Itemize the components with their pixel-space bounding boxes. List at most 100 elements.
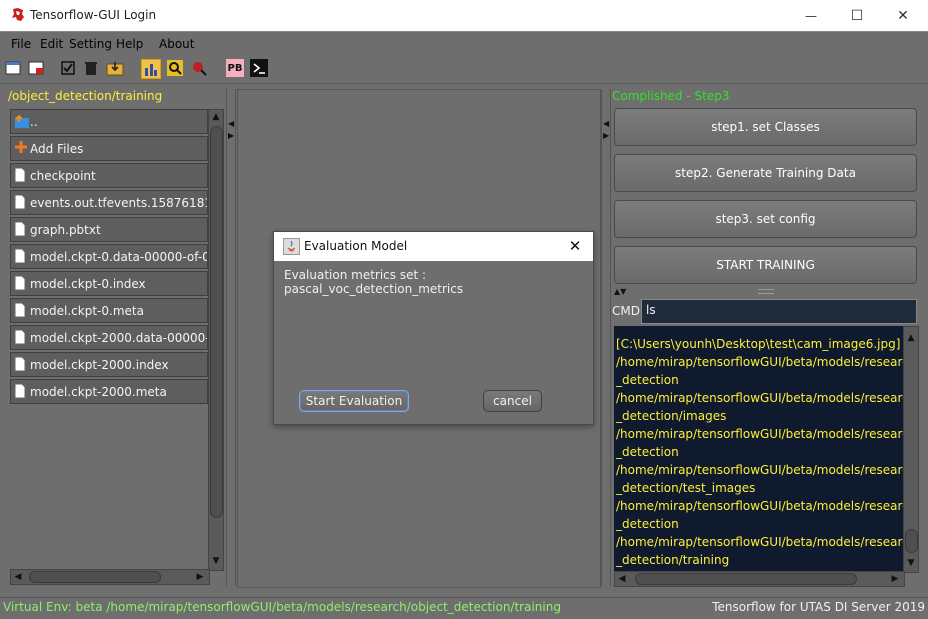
expand-right-icon[interactable]: ▶ <box>228 131 234 140</box>
step3-button[interactable]: step3. set config <box>614 200 917 238</box>
menu-edit[interactable]: Edit <box>40 37 63 51</box>
grip-icon[interactable] <box>758 289 774 294</box>
dialog-message: Evaluation metrics set : pascal_voc_dete… <box>284 268 464 296</box>
console-scroll-right-icon[interactable]: ▶ <box>888 572 902 586</box>
left-splitter[interactable]: ◀ ▶ <box>226 89 236 586</box>
toolbar: PB <box>0 55 928 84</box>
file-list-item-label: events.out.tfevents.1587618196.i <box>30 195 207 210</box>
file-list-vscrollbar[interactable]: ▲ ▼ <box>208 109 224 571</box>
menu-setting[interactable]: Setting <box>69 37 112 51</box>
minimize-button[interactable]: — <box>788 0 834 31</box>
menu-about[interactable]: About <box>159 37 194 51</box>
start-evaluation-button[interactable]: Start Evaluation <box>299 390 409 412</box>
folder-up-icon <box>14 113 29 131</box>
file-icon <box>14 221 28 239</box>
scroll-up-icon[interactable]: ▲ <box>209 110 223 124</box>
file-list-item[interactable]: Add Files <box>10 136 208 161</box>
file-list-item[interactable]: checkpoint <box>10 163 208 188</box>
right-hsplitter[interactable]: ▲▼ <box>614 287 917 296</box>
file-icon <box>14 329 28 347</box>
collapse-left-icon[interactable]: ◀ <box>228 119 234 128</box>
record-icon[interactable] <box>190 59 208 77</box>
trash-icon[interactable] <box>82 59 100 77</box>
pb-label: PB <box>227 62 243 74</box>
app-logo-icon <box>10 7 26 23</box>
new-red-icon[interactable] <box>27 59 45 77</box>
console-scroll-thumb[interactable] <box>905 529 918 553</box>
file-icon <box>14 302 28 320</box>
file-list-item[interactable]: model.ckpt-0.data-00000-of-0000 <box>10 244 208 269</box>
open-folder-icon[interactable] <box>106 59 124 77</box>
new-window-icon[interactable] <box>4 59 22 77</box>
console-line: _detection/training <box>616 553 730 567</box>
step2-button[interactable]: step2. Generate Training Data <box>614 154 917 192</box>
java-icon <box>283 238 300 255</box>
console-line: /home/mirap/tensorflowGUI/beta/models/re… <box>616 427 903 441</box>
console-line: _detection/test_images <box>616 481 756 495</box>
menu-file[interactable]: File <box>11 37 31 51</box>
file-list: .. Add Files checkpoint events.out.tfevents… <box>10 109 210 569</box>
file-list-item[interactable]: model.ckpt-0.index <box>10 271 208 296</box>
menu-help[interactable]: Help <box>116 37 143 51</box>
file-list-item[interactable]: graph.pbtxt <box>10 217 208 242</box>
console-scroll-down-icon[interactable]: ▼ <box>904 556 918 570</box>
file-list-item[interactable]: .. <box>10 109 208 134</box>
file-list-item-label: model.ckpt-2000.index <box>30 357 169 372</box>
splitter-up-icon[interactable]: ▲▼ <box>614 287 626 296</box>
evaluation-dialog: Evaluation Model ✕ Evaluation metrics se… <box>273 231 594 425</box>
status-bar: Virtual Env: beta /home/mirap/tensorflow… <box>0 597 928 619</box>
maximize-button[interactable]: ☐ <box>834 0 880 31</box>
scroll-right-icon[interactable]: ▶ <box>193 570 207 584</box>
console-line: _detection <box>616 517 679 531</box>
scroll-down-icon[interactable]: ▼ <box>209 554 223 568</box>
file-list-item-label: model.ckpt-0.data-00000-of-0000 <box>30 249 207 264</box>
step1-button[interactable]: step1. set Classes <box>614 108 917 146</box>
menu-bar: File Edit Setting Help About <box>0 31 928 56</box>
file-list-item[interactable]: model.ckpt-2000.meta <box>10 379 208 404</box>
pb-icon[interactable]: PB <box>226 59 244 77</box>
file-list-hscrollbar[interactable]: ◀ ▶ <box>10 569 210 585</box>
file-icon <box>14 194 28 212</box>
terminal-icon[interactable] <box>250 59 268 77</box>
console-vscrollbar[interactable]: ▲ ▼ <box>903 326 919 573</box>
console-line: /home/mirap/tensorflowGUI/beta/models/re… <box>616 391 903 405</box>
collapse-right-icon[interactable]: ◀ <box>603 119 609 128</box>
file-list-item[interactable]: model.ckpt-0.meta <box>10 298 208 323</box>
minimize-icon: — <box>805 8 817 23</box>
checklist-icon[interactable] <box>59 59 77 77</box>
file-list-item-label: Add Files <box>30 141 84 156</box>
console-scroll-up-icon[interactable]: ▲ <box>904 331 918 345</box>
console-line: /home/mirap/tensorflowGUI/beta/models/re… <box>616 499 903 513</box>
file-icon <box>14 356 28 374</box>
console-hscroll-thumb[interactable] <box>635 573 857 585</box>
file-list-item[interactable]: model.ckpt-2000.index <box>10 352 208 377</box>
hscroll-thumb[interactable] <box>29 571 161 583</box>
console-line: _detection <box>616 373 679 387</box>
cmd-input[interactable]: ls <box>641 299 917 324</box>
file-list-item-label: model.ckpt-2000.data-00000-of-0 <box>30 330 208 345</box>
file-icon <box>14 167 28 185</box>
file-list-item-label: model.ckpt-0.meta <box>30 303 144 318</box>
start-training-button[interactable]: START TRAINING <box>614 246 917 284</box>
file-list-item-label: checkpoint <box>30 168 96 183</box>
console-hscrollbar[interactable]: ◀ ▶ <box>614 571 905 587</box>
scroll-thumb[interactable] <box>210 126 223 518</box>
add-icon <box>14 140 28 158</box>
console-scroll-left-icon[interactable]: ◀ <box>615 572 629 586</box>
right-splitter[interactable]: ◀ ▶ <box>601 89 611 586</box>
file-list-item[interactable]: model.ckpt-2000.data-00000-of-0 <box>10 325 208 350</box>
expand-left-icon[interactable]: ▶ <box>603 131 609 140</box>
console-line: /home/mirap/tensorflowGUI/beta/models/re… <box>616 535 903 549</box>
dialog-title-bar: Evaluation Model ✕ <box>274 232 593 261</box>
dialog-close-icon[interactable]: ✕ <box>565 236 585 256</box>
console-line: _detection/images <box>616 409 727 423</box>
bar-chart-icon[interactable] <box>141 59 161 79</box>
console-line: /home/mirap/tensorflowGUI/beta/models/re… <box>616 463 903 477</box>
console-output: [C:\Users\younh\Desktop\test\cam_image6.… <box>614 326 903 571</box>
close-button[interactable]: ✕ <box>880 0 926 31</box>
cancel-button[interactable]: cancel <box>483 390 542 412</box>
scroll-left-icon[interactable]: ◀ <box>11 570 25 584</box>
step-status: Complished - Step3 <box>612 89 730 103</box>
file-list-item[interactable]: events.out.tfevents.1587618196.i <box>10 190 208 215</box>
search-image-icon[interactable] <box>166 59 184 77</box>
